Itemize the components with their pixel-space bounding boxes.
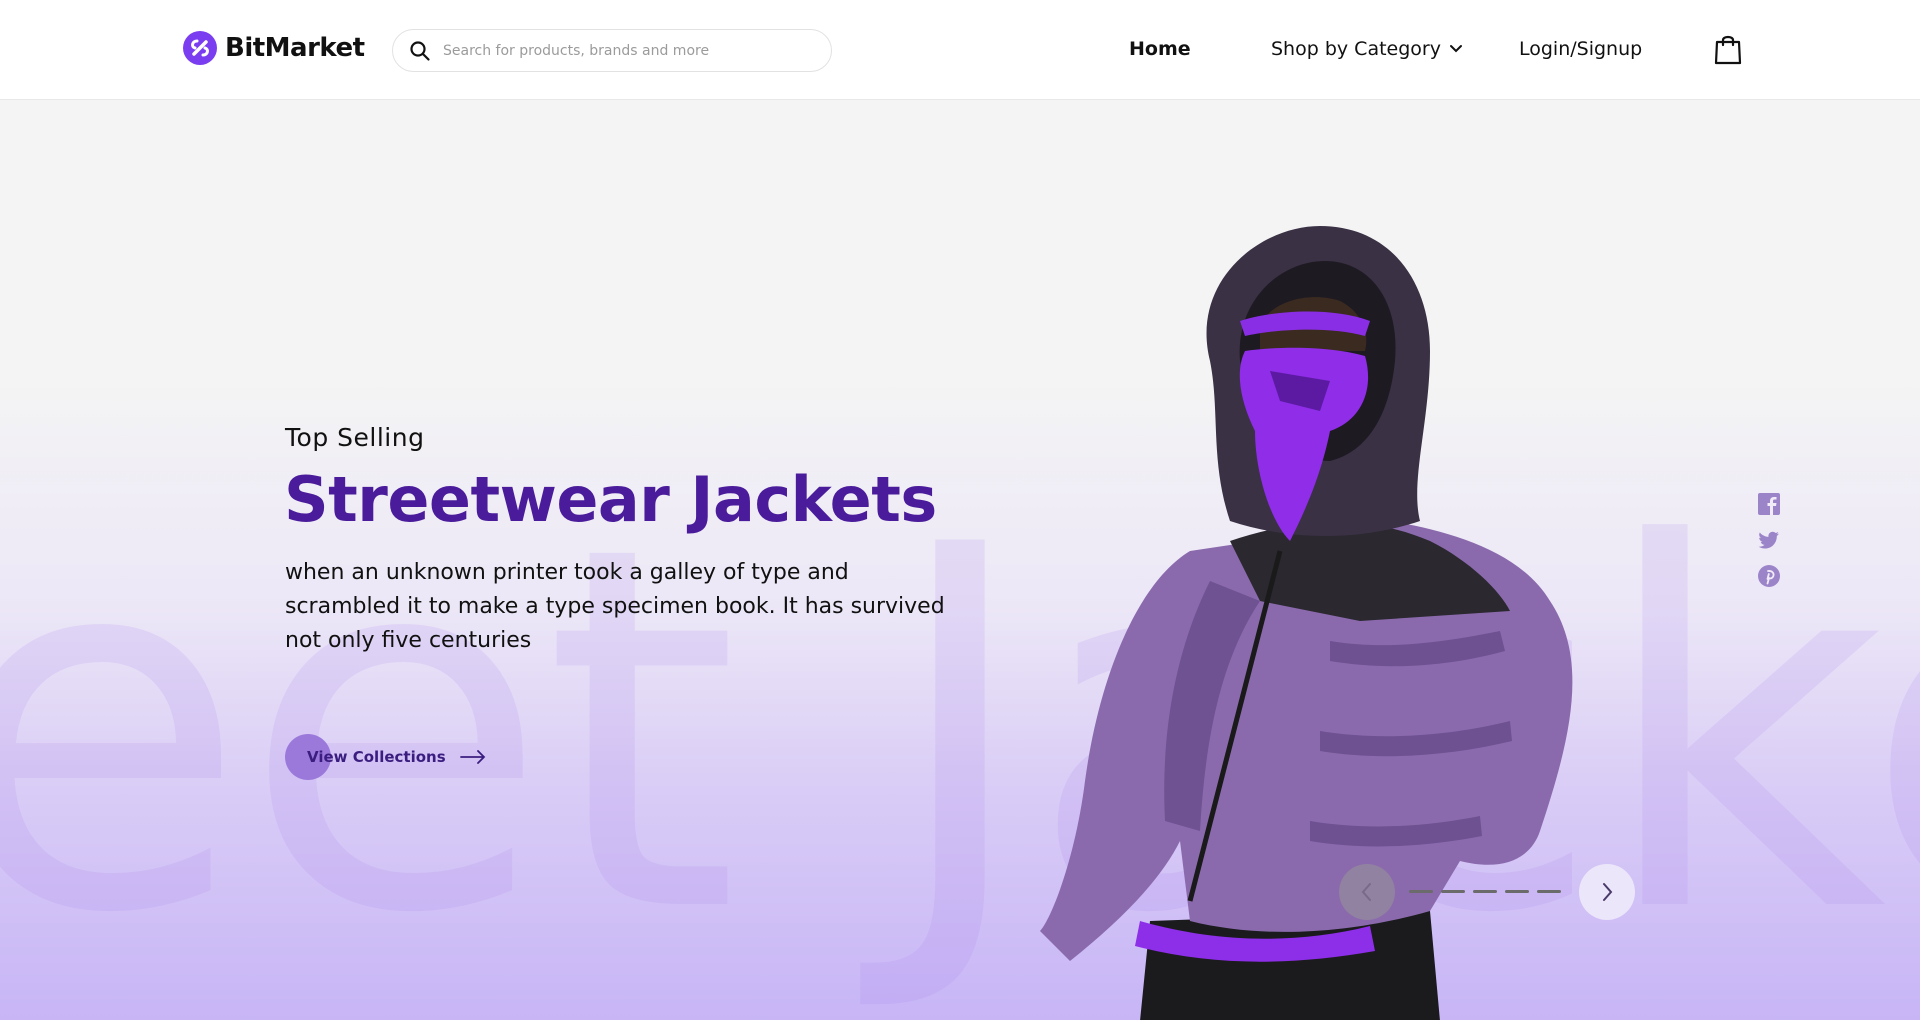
carousel-indicator[interactable] — [1505, 890, 1529, 893]
cta-label: View Collections — [307, 748, 446, 766]
search-box[interactable] — [392, 29, 832, 72]
chevron-left-icon — [1361, 883, 1371, 901]
nav-login-signup[interactable]: Login/Signup — [1519, 38, 1642, 60]
nav-home[interactable]: Home — [1129, 38, 1191, 60]
carousel-prev-button[interactable] — [1339, 864, 1395, 920]
hero-kicker: Top Selling — [285, 423, 425, 452]
chevron-down-icon — [1449, 45, 1462, 53]
logo-icon — [183, 31, 217, 65]
chevron-right-icon — [1603, 883, 1613, 901]
carousel-indicator[interactable] — [1473, 890, 1497, 893]
search-icon — [410, 40, 430, 61]
facebook-icon[interactable] — [1757, 492, 1781, 516]
search-input[interactable] — [443, 42, 803, 59]
carousel-indicator[interactable] — [1441, 890, 1465, 893]
carousel-indicator[interactable] — [1537, 890, 1561, 893]
nav-category-label: Shop by Category — [1271, 38, 1441, 60]
carousel-indicator[interactable] — [1409, 890, 1433, 893]
hero-banner: eet Jacke Top Selling Streetwear Jackets… — [0, 101, 1920, 1020]
hero-description: when an unknown printer took a galley of… — [285, 560, 945, 653]
nav-shop-by-category[interactable]: Shop by Category — [1271, 38, 1463, 60]
arrow-right-icon — [459, 750, 485, 764]
hero-title: Streetwear Jackets — [284, 463, 937, 536]
top-header: BitMarket Home Shop by Category Login/Si… — [0, 0, 1920, 100]
brand-name: BitMarket — [225, 33, 365, 63]
pinterest-icon[interactable] — [1757, 564, 1781, 588]
brand-logo[interactable]: BitMarket — [183, 31, 365, 65]
shopping-bag-icon[interactable] — [1713, 33, 1743, 65]
view-collections-button[interactable]: View Collections — [285, 734, 486, 780]
twitter-icon[interactable] — [1757, 528, 1781, 552]
carousel-next-button[interactable] — [1579, 864, 1635, 920]
